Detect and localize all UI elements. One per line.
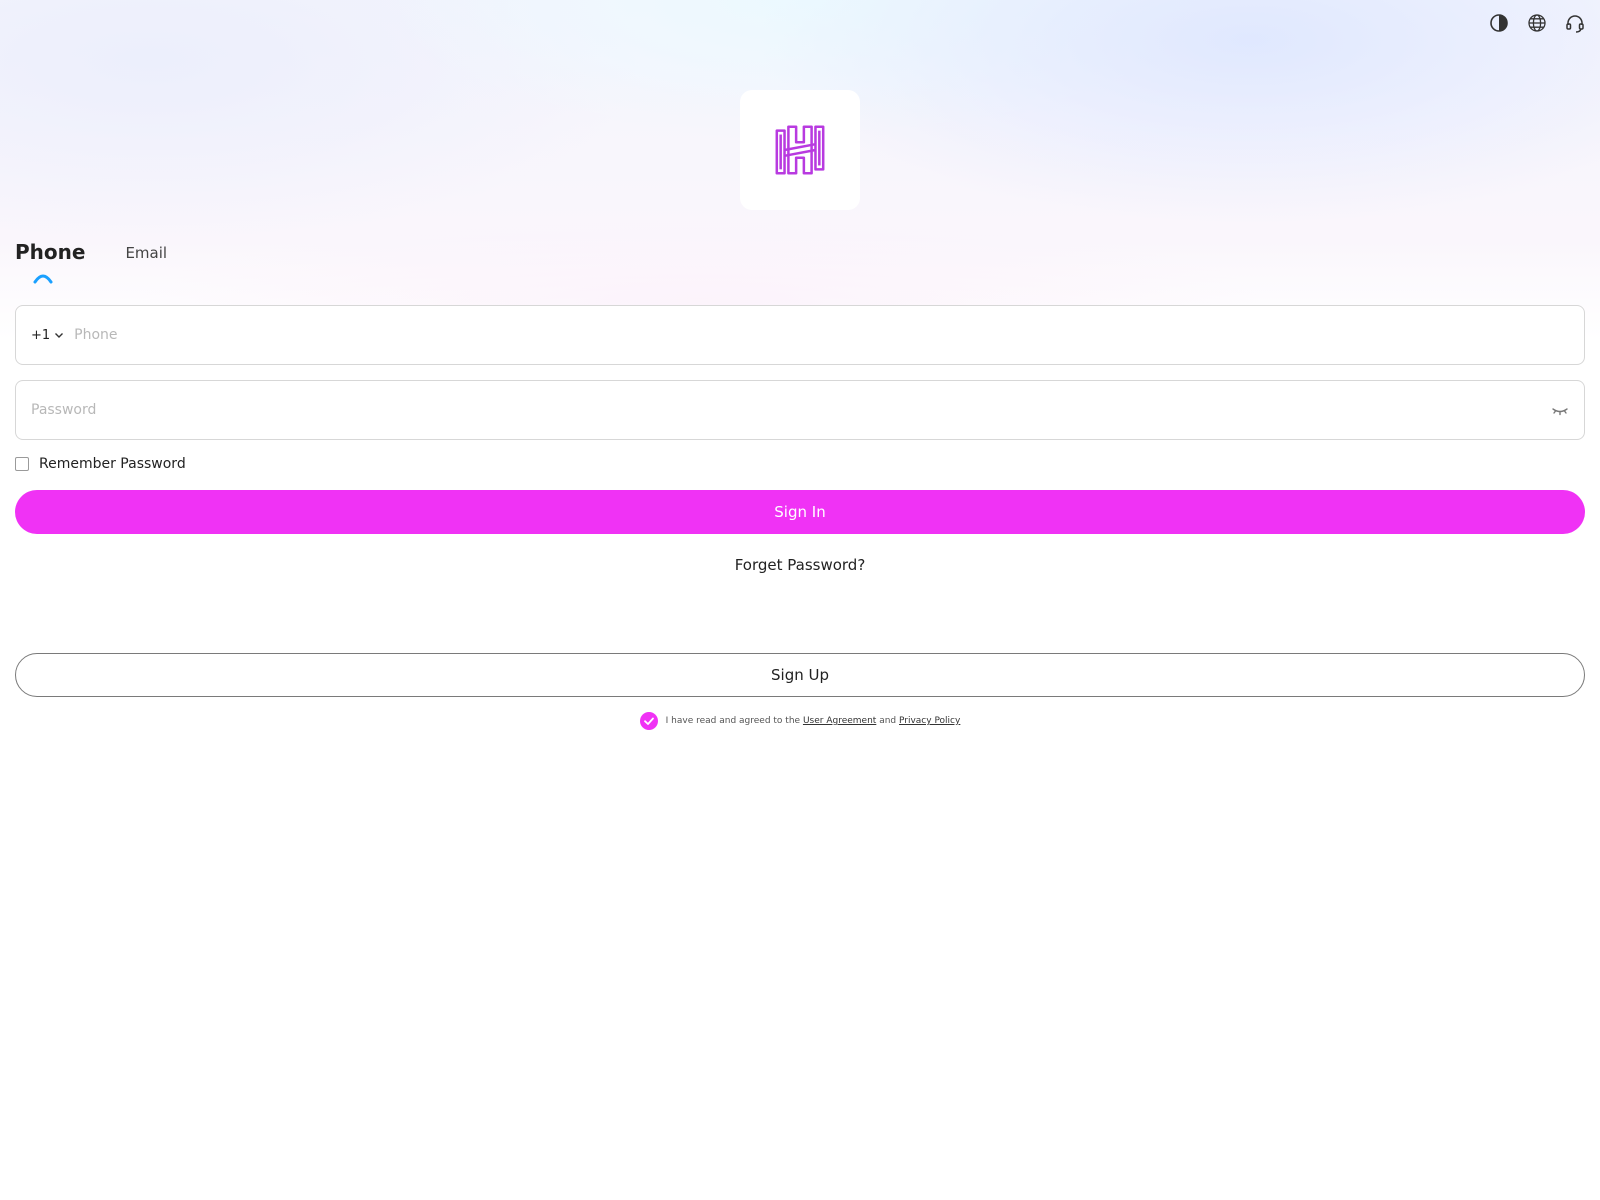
brand-logo-icon [775,125,825,175]
brand-logo [740,90,860,210]
chevron-down-icon [55,333,64,338]
tab-active-indicator [33,274,53,284]
sign-up-button[interactable]: Sign Up [15,653,1585,697]
agreement-prefix: I have read and agreed to the [665,716,801,726]
remember-password: Remember Password [15,456,186,472]
top-toolbar [1488,12,1586,34]
password-input[interactable] [31,402,1551,418]
contrast-icon[interactable] [1488,12,1510,34]
tab-email-label: Email [125,244,168,262]
check-circle-icon[interactable] [639,712,658,730]
remember-password-label: Remember Password [39,456,186,472]
privacy-policy-link[interactable]: Privacy Policy [899,716,960,726]
phone-input[interactable] [74,327,1569,343]
password-field [15,380,1585,440]
user-agreement-link[interactable]: User Agreement [803,716,876,726]
tab-phone-label: Phone [15,240,86,264]
phone-field: +1 [15,305,1585,365]
remember-password-checkbox[interactable] [15,457,29,471]
login-page: Phone Email +1 Remember Password Sign In… [0,0,1600,1200]
login-method-tabs: Phone Email [15,240,167,284]
tab-phone[interactable]: Phone [15,240,86,284]
forget-password-link[interactable]: Forget Password? [0,556,1600,574]
country-code-value: +1 [31,327,51,343]
eye-closed-icon[interactable] [1551,401,1569,419]
agreement-and: and [879,716,897,726]
tab-email[interactable]: Email [125,244,167,264]
globe-icon[interactable] [1526,12,1548,34]
sign-in-button[interactable]: Sign In [15,490,1585,534]
country-code-select[interactable]: +1 [31,328,64,343]
agreement-row: I have read and agreed to the User Agree… [0,712,1600,730]
headset-icon[interactable] [1564,12,1586,34]
